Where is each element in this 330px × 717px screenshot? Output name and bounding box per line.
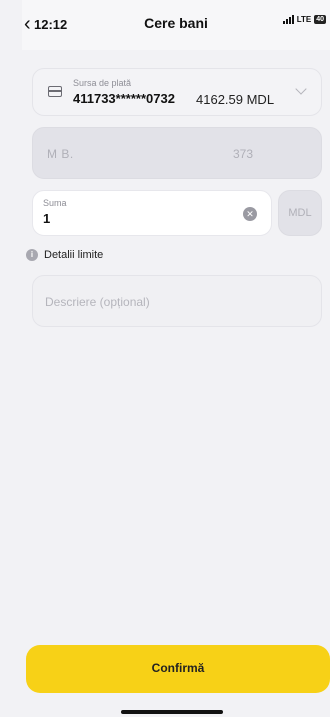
payment-source-select[interactable]: Sursa de plată 411733******0732 4162.59 … — [32, 68, 322, 116]
chevron-down-icon — [295, 83, 307, 95]
clear-icon[interactable]: ✕ — [243, 207, 257, 221]
network-label: LTE — [296, 15, 312, 24]
home-indicator — [121, 710, 223, 714]
amount-field[interactable]: Suma 1 ✕ — [32, 190, 272, 236]
card-balance: 4162.59 MDL — [196, 92, 275, 107]
card-number: 411733******0732 — [73, 91, 175, 106]
credit-card-icon — [48, 86, 62, 97]
currency-label: MDL — [288, 207, 312, 219]
battery-icon: 40 — [314, 15, 326, 24]
confirm-button-label: Confirmă — [151, 661, 205, 675]
currency-field: MDL — [278, 190, 322, 236]
payment-source-label: Sursa de plată — [73, 78, 132, 88]
recipient-field: M B. 373 — [32, 127, 322, 179]
confirm-button[interactable]: Confirmă — [26, 645, 330, 693]
amount-input[interactable]: 1 — [43, 211, 50, 226]
description-field[interactable]: Descriere (opțional) — [32, 275, 322, 327]
signal-icon — [282, 15, 294, 24]
limits-details-label: Detalii limite — [44, 249, 104, 261]
app-screen: ‹ 12:12 Cere bani LTE 40 Sursa de plată … — [22, 0, 330, 717]
recipient-name: M B. — [47, 147, 74, 161]
amount-label: Suma — [43, 198, 67, 208]
limits-details-link[interactable]: i Detalii limite — [26, 249, 103, 261]
status-bar: ‹ 12:12 Cere bani LTE 40 — [22, 0, 330, 50]
info-icon: i — [26, 249, 38, 261]
status-indicators: LTE 40 — [282, 15, 326, 24]
recipient-phone: 373 — [233, 147, 254, 161]
description-placeholder: Descriere (opțional) — [45, 295, 150, 309]
